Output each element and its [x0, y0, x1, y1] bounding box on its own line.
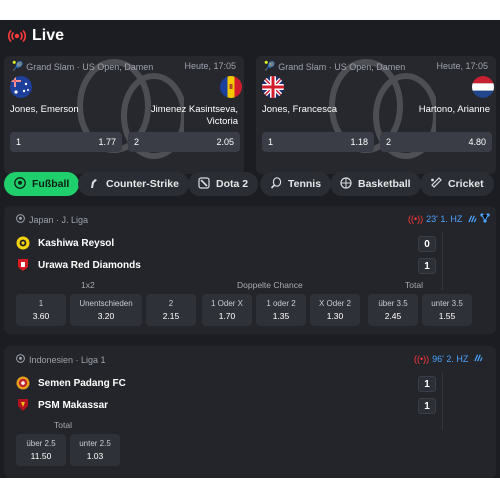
live-broadcast-icon	[8, 29, 26, 43]
sport-chip-dota2[interactable]: Dota 2	[188, 172, 259, 196]
sport-filter-bar: Fußball Counter-Strike Dota 2 Tennis Bas…	[0, 172, 500, 198]
live-header: Live	[8, 24, 64, 48]
match-time: Heute, 17:05	[436, 61, 488, 71]
player-one-name: Jones, Francesca	[262, 104, 337, 115]
stats-icon	[474, 353, 484, 364]
competition-label: Grand Slam · US Open, Damen	[278, 61, 406, 72]
market-label-1x2: 1x2	[81, 280, 95, 290]
odds-button-home[interactable]: 1 3.60	[16, 294, 66, 326]
lineup-icon[interactable]	[480, 213, 490, 225]
semen-padang-logo-icon	[16, 376, 30, 390]
market-label-total: Total	[405, 280, 423, 290]
stats-icon	[468, 214, 478, 225]
kashiwa-reysol-logo-icon	[16, 236, 30, 250]
odds-button-player-two[interactable]: 2 2.05	[128, 132, 240, 152]
match-status: ((•)) 23' 1. HZ	[408, 213, 490, 225]
tennis-icon: 🎾	[264, 61, 276, 71]
league-label: Japan · J. Liga	[29, 214, 89, 225]
event-card[interactable]: Japan · J. Liga ((•)) 23' 1. HZ Kashiwa …	[4, 206, 496, 334]
andorra-flag-icon	[220, 76, 242, 98]
sport-chip-cricket[interactable]: Cricket	[420, 172, 494, 196]
home-team: Semen Padang FC	[16, 376, 126, 390]
featured-match-card[interactable]: 🎾 Grand Slam · US Open, Damen Heute, 17:…	[4, 56, 244, 174]
home-score: 0	[418, 236, 436, 252]
odds-button-1-or-x[interactable]: 1 Oder X 1.70	[202, 294, 252, 326]
netherlands-flag-icon	[472, 76, 494, 98]
odds-button-over[interactable]: über 3.5 2.45	[368, 294, 418, 326]
soccer-ball-icon	[16, 354, 25, 365]
basketball-icon	[340, 176, 352, 192]
soccer-ball-icon	[14, 176, 26, 192]
home-score: 1	[418, 376, 436, 392]
uk-flag-icon	[262, 76, 284, 98]
tennis-icon: 🎾	[12, 61, 24, 71]
soccer-ball-icon	[16, 214, 25, 225]
live-signal-icon: ((•))	[408, 214, 424, 224]
home-team: Kashiwa Reysol	[16, 236, 114, 250]
cs-icon	[88, 177, 100, 192]
sport-chip-football[interactable]: Fußball	[4, 172, 80, 196]
odds-button-player-one[interactable]: 1 1.77	[10, 132, 122, 152]
event-card[interactable]: Indonesien · Liga 1 ((•)) 96' 2. HZ Seme…	[4, 346, 496, 478]
urawa-red-diamonds-logo-icon	[16, 258, 30, 272]
live-page: Live 🎾 Grand Slam · US Open, Damen Heute…	[0, 20, 500, 478]
page-title: Live	[32, 27, 65, 44]
odds-button-player-two[interactable]: 2 4.80	[380, 132, 492, 152]
player-two-name: Hartono, Arianne	[418, 104, 490, 115]
odds-button-under[interactable]: unter 2.5 1.03	[70, 434, 120, 466]
away-score: 1	[418, 258, 436, 274]
odds-button-over[interactable]: über 2.5 11.50	[16, 434, 66, 466]
odds-button-draw[interactable]: Unentschieden 3.20	[70, 294, 142, 326]
odds-button-away[interactable]: 2 2.15	[146, 294, 196, 326]
divider	[442, 372, 443, 430]
market-label-total: Total	[54, 420, 72, 430]
match-time: Heute, 17:05	[184, 61, 236, 71]
away-score: 1	[418, 398, 436, 414]
divider	[442, 232, 443, 290]
psm-makassar-logo-icon	[16, 398, 30, 412]
market-label-double-chance: Doppelte Chance	[237, 280, 303, 290]
sport-chip-tennis[interactable]: Tennis	[260, 172, 332, 196]
cricket-icon	[430, 176, 442, 192]
sport-chip-basketball[interactable]: Basketball	[330, 172, 421, 196]
tennis-icon	[270, 176, 282, 192]
player-two-name: Jimenez Kasintseva, Victoria	[150, 104, 238, 127]
australia-flag-icon	[10, 76, 32, 98]
sport-chip-counter-strike[interactable]: Counter-Strike	[78, 172, 189, 196]
live-signal-icon: ((•))	[414, 353, 430, 364]
odds-button-under[interactable]: unter 3.5 1.55	[422, 294, 472, 326]
dota-icon	[198, 176, 210, 192]
featured-match-card[interactable]: 🎾 Grand Slam · US Open, Damen Heute, 17:…	[256, 56, 496, 174]
player-one-name: Jones, Emerson	[10, 104, 79, 115]
odds-button-player-one[interactable]: 1 1.18	[262, 132, 374, 152]
away-team: PSM Makassar	[16, 398, 108, 412]
competition-label: Grand Slam · US Open, Damen	[26, 61, 154, 72]
league-label: Indonesien · Liga 1	[29, 354, 106, 365]
odds-button-x-or-2[interactable]: X Oder 2 1.30	[310, 294, 360, 326]
match-status: ((•)) 96' 2. HZ	[414, 353, 484, 364]
away-team: Urawa Red Diamonds	[16, 258, 141, 272]
odds-button-1-or-2[interactable]: 1 oder 2 1.35	[256, 294, 306, 326]
